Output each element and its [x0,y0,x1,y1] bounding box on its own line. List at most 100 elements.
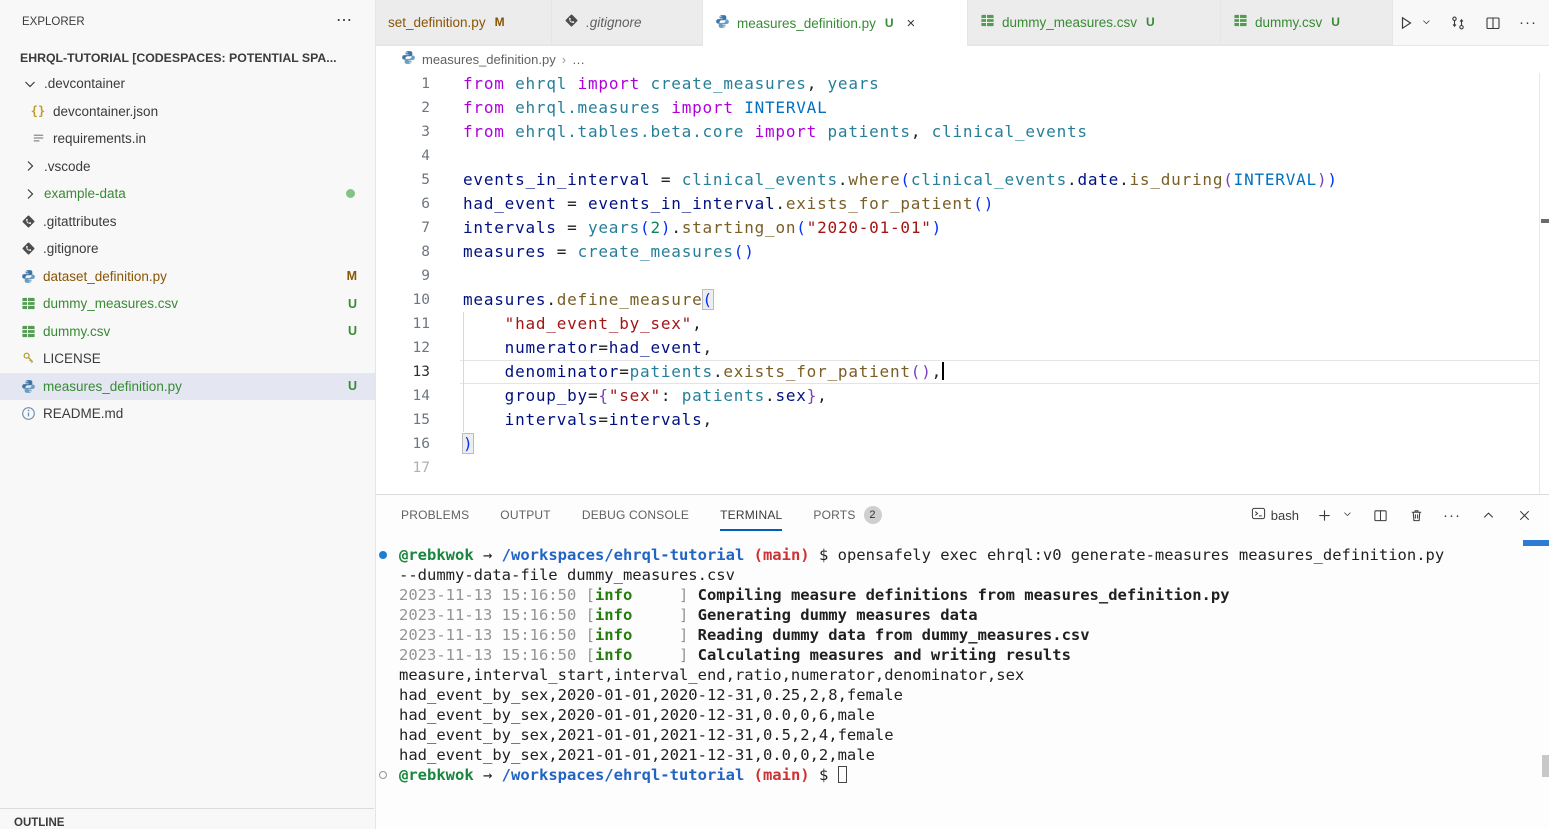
tree-item--gitignore[interactable]: .gitignore [0,235,375,263]
root-folder-label: EHRQL-TUTORIAL [CODESPACES: POTENTIAL SP… [20,51,337,65]
editor-code-line[interactable]: 12 numerator=had_event, [376,336,1549,360]
close-tab-icon[interactable]: × [907,15,916,32]
explorer-header: EXPLORER ⋯ [0,0,375,48]
file-label: LICENSE [43,351,101,366]
panel-tab-ports[interactable]: PORTS2 [813,495,881,535]
terminal-output[interactable]: @rebkwok → /workspaces/ehrql-tutorial (m… [376,545,1539,829]
panel-tab-output[interactable]: OUTPUT [500,495,551,535]
tree-item-dummy-measures-csv[interactable]: dummy_measures.csvU [0,290,375,318]
tree-item-license[interactable]: LICENSE [0,345,375,373]
tree-item-readme-md[interactable]: README.md [0,400,375,428]
key-icon [20,351,36,367]
tree-item--vscode[interactable]: .vscode [0,153,375,181]
editor-code-line[interactable]: 3from ehrql.tables.beta.core import pati… [376,120,1549,144]
line-number: 11 [376,312,430,336]
git-status-badge: M [347,269,357,283]
split-editor-icon[interactable] [1482,12,1504,34]
outline-section[interactable]: OUTLINE [0,808,374,829]
code-text: measures.define_measure( [463,288,1549,312]
tab-dummy-measures-csv[interactable]: dummy_measures.csvU [968,0,1221,45]
editor-code-line[interactable]: 9 [376,264,1549,288]
line-number: 5 [376,168,430,192]
terminal-scrollbar-thumb[interactable] [1542,755,1549,777]
line-number: 12 [376,336,430,360]
editor-code-line[interactable]: 2from ehrql.measures import INTERVAL [376,96,1549,120]
code-text: measures = create_measures() [463,240,1549,264]
line-number: 14 [376,384,430,408]
maximize-panel-icon[interactable] [1477,504,1499,526]
file-label: .gitattributes [43,214,117,229]
run-button[interactable] [1395,12,1417,34]
git-status-badge: U [348,379,357,393]
git-icon [564,13,579,31]
editor-code-line[interactable]: 16) [376,432,1549,456]
code-editor[interactable]: 1from ehrql import create_measures, year… [376,72,1549,494]
terminal-line: had_event_by_sex,2020-01-01,2020-12-31,0… [399,685,1539,705]
run-dropdown-icon[interactable] [1420,12,1434,34]
tree-item-devcontainer-json[interactable]: {}devcontainer.json [0,98,375,126]
breadcrumb-file: measures_definition.py [422,52,556,67]
shell-selector[interactable]: bash [1251,506,1299,524]
editor-code-line[interactable]: 8measures = create_measures() [376,240,1549,264]
panel-tab-label: OUTPUT [500,508,551,522]
line-number: 10 [376,288,430,312]
csv-icon [1233,13,1248,31]
kill-terminal-icon[interactable] [1405,504,1427,526]
code-text: events_in_interval = clinical_events.whe… [463,168,1549,192]
tree-item--gitattributes[interactable]: .gitattributes [0,208,375,236]
editor-tab-bar: set_definition.pyM.gitignoremeasures_def… [376,0,1549,46]
explorer-more-icon[interactable]: ⋯ [336,10,353,30]
tab-set-definition-py[interactable]: set_definition.pyM [376,0,552,45]
tree-item-dummy-csv[interactable]: dummy.csvU [0,318,375,346]
editor-code-line[interactable]: 5 events_in_interval = clinical_events.wh… [376,168,1549,192]
tree-item--devcontainer[interactable]: .devcontainer [0,70,375,98]
editor-scrollbar[interactable] [1539,73,1540,494]
terminal-line: measure,interval_start,interval_end,rati… [399,665,1539,685]
tree-item-measures-definition-py[interactable]: measures_definition.pyU [0,373,375,401]
editor-code-line[interactable]: 11 "had_event_by_sex", [376,312,1549,336]
split-terminal-icon[interactable] [1369,504,1391,526]
breadcrumb[interactable]: measures_definition.py › … [376,46,1549,72]
terminal-line: 2023-11-13 15:16:50 [info ] Generating d… [399,605,1539,625]
code-text: ) [463,432,1549,456]
tab-label: set_definition.py [388,15,486,30]
tree-item-requirements-in[interactable]: requirements.in [0,125,375,153]
file-label: dummy_measures.csv [43,296,178,311]
tab-dummy-csv[interactable]: dummy.csvU [1221,0,1393,45]
file-label: .gitignore [43,241,99,256]
editor-code-line[interactable]: 14 group_by={"sex": patients.sex}, [376,384,1549,408]
more-actions-icon[interactable]: ··· [1517,12,1539,34]
terminal-dropdown-icon[interactable] [1341,504,1355,526]
open-changes-icon[interactable] [1447,12,1469,34]
tab-git-badge: U [1331,15,1340,29]
tab--gitignore[interactable]: .gitignore [552,0,703,45]
chevron-right-icon [22,158,38,174]
tab-measures-definition-py[interactable]: measures_definition.pyU× [703,0,968,46]
code-text: numerator=had_event, [463,336,1549,360]
editor-code-line[interactable]: 17 [376,456,1549,480]
editor-code-line[interactable]: 4 [376,144,1549,168]
command-pending-decoration[interactable] [379,771,387,779]
panel-more-icon[interactable]: ··· [1441,504,1463,526]
editor-code-line[interactable]: 15 intervals=intervals, [376,408,1549,432]
panel-tab-problems[interactable]: PROBLEMS [401,495,469,535]
editor-code-line[interactable]: 1from ehrql import create_measures, year… [376,72,1549,96]
editor-code-line[interactable]: 6had_event = events_in_interval.exists_f… [376,192,1549,216]
panel-tab-terminal[interactable]: TERMINAL [720,495,782,535]
new-terminal-button[interactable] [1313,504,1335,526]
terminal-line: had_event_by_sex,2021-01-01,2021-12-31,0… [399,725,1539,745]
tab-label: measures_definition.py [737,16,876,31]
bash-terminal-icon [1251,506,1266,524]
tree-item-example-data[interactable]: example-data [0,180,375,208]
editor-code-line[interactable]: 13 denominator=patients.exists_for_patie… [376,360,1549,384]
editor-code-line[interactable]: 7intervals = years(2).starting_on("2020-… [376,216,1549,240]
line-number: 4 [376,144,430,168]
command-ran-decoration[interactable] [379,551,387,559]
csv-icon [980,13,995,31]
file-label: devcontainer.json [53,104,158,119]
tree-root-folder[interactable]: EHRQL-TUTORIAL [CODESPACES: POTENTIAL SP… [0,46,375,70]
close-panel-icon[interactable] [1513,504,1535,526]
tree-item-dataset-definition-py[interactable]: dataset_definition.pyM [0,263,375,291]
panel-tab-debug-console[interactable]: DEBUG CONSOLE [582,495,689,535]
editor-code-line[interactable]: 10 measures.define_measure( [376,288,1549,312]
